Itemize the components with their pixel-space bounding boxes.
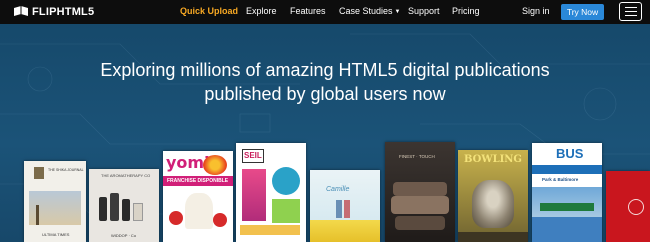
- cover-footer: ULTIMA TIMES: [42, 232, 70, 237]
- cover-footer: WIDDOP · Co: [111, 233, 137, 238]
- cover-title: BUS: [556, 146, 584, 161]
- publication-cover[interactable]: BUS Park & Baltimore: [532, 143, 602, 242]
- cover-title: THE SHIKA JOURNAL: [48, 168, 84, 172]
- hero-headline-line2: published by global users now: [204, 84, 446, 104]
- hero-section: Exploring millions of amazing HTML5 digi…: [0, 24, 650, 242]
- brand-name: FLIPHTML5: [32, 5, 95, 18]
- cover-title: THE AROMATHERAPY CO: [101, 173, 151, 178]
- cover-title: FINEST · TOUCH: [399, 154, 435, 159]
- nav-quick-upload[interactable]: Quick Upload: [180, 6, 238, 16]
- nav-pricing[interactable]: Pricing: [452, 6, 480, 16]
- publication-cover[interactable]: THE SHIKA JOURNAL ULTIMA TIMES: [24, 161, 86, 242]
- nav-sign-in[interactable]: Sign in: [522, 6, 550, 16]
- publication-cover[interactable]: FINEST · TOUCH: [385, 142, 455, 242]
- nav-case-studies[interactable]: Case Studies ▼: [339, 6, 400, 16]
- hamburger-menu-icon[interactable]: [619, 2, 642, 21]
- nav-case-studies-label: Case Studies: [339, 6, 393, 16]
- nav-support[interactable]: Support: [408, 6, 440, 16]
- cover-subtitle: Park & Baltimore: [542, 177, 579, 182]
- publication-cover[interactable]: [606, 171, 650, 242]
- top-navbar: FLIPHTML5 Quick Upload Explore Features …: [0, 0, 650, 24]
- nav-features[interactable]: Features: [290, 6, 326, 16]
- hero-headline: Exploring millions of amazing HTML5 digi…: [0, 58, 650, 106]
- brand-logo[interactable]: FLIPHTML5: [13, 5, 94, 18]
- fliphtml5-logo-icon: [14, 6, 28, 16]
- chevron-down-icon: ▼: [394, 9, 401, 15]
- publication-cover[interactable]: THE AROMATHERAPY CO WIDDOP · Co: [89, 169, 159, 242]
- publication-cover[interactable]: SEIL: [236, 143, 306, 242]
- hero-headline-line1: Exploring millions of amazing HTML5 digi…: [100, 60, 550, 80]
- nav-explore[interactable]: Explore: [246, 6, 277, 16]
- cover-title: BOWLING: [464, 154, 522, 165]
- publication-cover[interactable]: Camille: [310, 170, 380, 242]
- cover-band: FRANCHISE DISPONIBLE: [167, 178, 229, 184]
- cover-title: Camille: [326, 186, 350, 193]
- publication-cover[interactable]: yomi FRANCHISE DISPONIBLE: [163, 151, 233, 242]
- publication-cover[interactable]: BOWLING: [458, 150, 528, 242]
- cover-title: SEIL: [244, 151, 262, 160]
- try-now-button[interactable]: Try Now: [561, 4, 604, 20]
